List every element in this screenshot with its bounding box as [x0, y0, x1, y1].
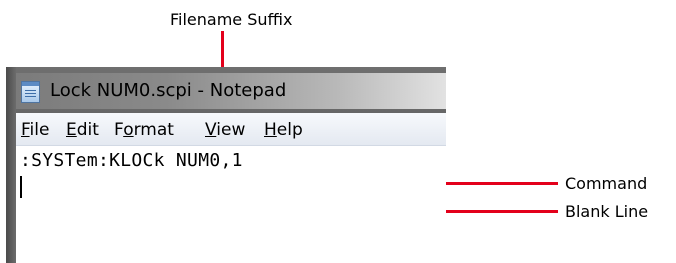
menu-edit[interactable]: Edit	[66, 120, 99, 140]
client-area: File Edit Format View Help :SYSTem:KLOCk…	[16, 113, 446, 263]
annotation-blank-line: Blank Line	[565, 202, 649, 221]
text-editor[interactable]: :SYSTem:KLOCk NUM0,1	[16, 146, 446, 263]
menu-bar: File Edit Format View Help	[16, 113, 446, 146]
notepad-icon[interactable]	[21, 81, 40, 103]
command-line: :SYSTem:KLOCk NUM0,1	[20, 150, 243, 171]
menu-view[interactable]: View	[205, 120, 245, 140]
window-title: Lock NUM0.scpi - Notepad	[50, 80, 287, 101]
menu-help[interactable]: Help	[264, 120, 303, 140]
window-frame-left-edge	[6, 67, 16, 263]
menu-file[interactable]: File	[21, 120, 49, 140]
notepad-window: Lock NUM0.scpi - Notepad File Edit Forma…	[6, 67, 446, 263]
text-caret	[20, 176, 22, 198]
menu-format[interactable]: Format	[114, 120, 174, 140]
annotation-command: Command	[565, 174, 648, 193]
annotation-filename-suffix: Filename Suffix	[170, 10, 293, 29]
